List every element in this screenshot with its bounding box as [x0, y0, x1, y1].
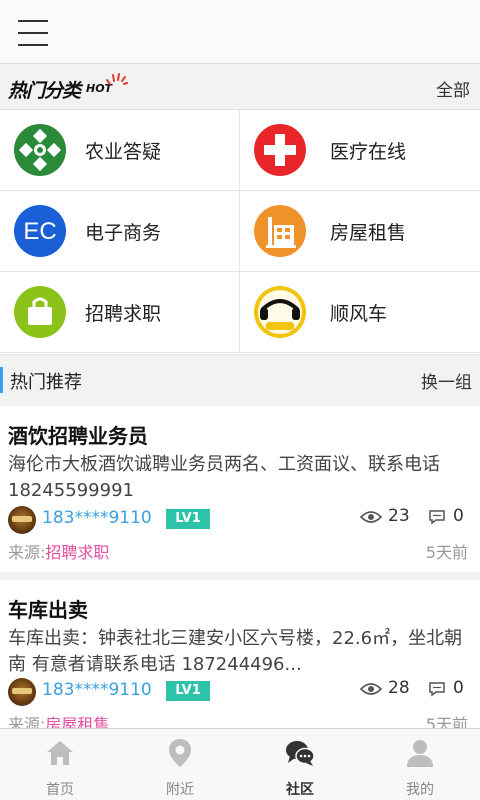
post-username[interactable]: 183****9110: [42, 508, 152, 528]
post-card[interactable]: 车库出卖 车库出卖：钟表社北三建安小区六号楼，22.6㎡，坐北朝南 有意者请联系…: [0, 580, 480, 728]
post-time: 5天前: [425, 543, 468, 562]
agriculture-icon: [12, 122, 68, 178]
level-badge: LV1: [166, 509, 210, 529]
views-count: 28: [388, 678, 410, 698]
category-house[interactable]: 房屋租售: [240, 191, 480, 272]
chat-bubbles-icon: [286, 741, 315, 766]
ec-icon: EC: [12, 203, 68, 259]
source-category-link[interactable]: 房屋租售: [45, 715, 109, 728]
post-title: 酒饮招聘业务员: [8, 424, 148, 448]
hot-categories-header: 热门分类 HOT 全部: [0, 64, 480, 110]
post-source: 来源:房屋租售: [8, 711, 109, 728]
category-medical[interactable]: 医疗在线: [240, 110, 480, 191]
category-jobs[interactable]: 招聘求职: [0, 272, 240, 353]
category-agriculture[interactable]: 农业答疑: [0, 110, 240, 191]
hot-categories-title: 热门分类: [8, 80, 81, 102]
category-label: 医疗在线: [330, 141, 407, 163]
views-count: 23: [388, 506, 410, 526]
person-icon: [407, 740, 433, 767]
carpool-icon: [252, 284, 308, 340]
post-username[interactable]: 183****9110: [42, 680, 152, 700]
bottom-tab-bar: 首页 附近 社区 我的: [0, 728, 480, 800]
home-icon: [47, 741, 73, 765]
level-badge: LV1: [166, 681, 210, 701]
tab-nearby[interactable]: 附近: [120, 729, 240, 800]
category-ecommerce[interactable]: EC 电子商务: [0, 191, 240, 272]
comments-count: 0: [453, 506, 464, 526]
house-rent-icon: [252, 203, 308, 259]
category-label: 农业答疑: [85, 141, 162, 163]
comment-bubble-icon: [429, 510, 445, 525]
post-card[interactable]: 酒饮招聘业务员 海伦市大板酒饮诚聘业务员两名、工资面议、联系电话18245599…: [0, 406, 480, 572]
category-label: 招聘求职: [85, 303, 162, 325]
post-body: 海伦市大板酒饮诚聘业务员两名、工资面议、联系电话18245599991: [8, 454, 440, 501]
comments-count: 0: [453, 678, 464, 698]
recommend-title: 热门推荐: [10, 372, 82, 393]
views-eye-icon: [360, 511, 382, 523]
comment-bubble-icon: [429, 682, 445, 697]
category-grid: 农业答疑 医疗在线 EC 电子商务 房屋租售 招聘求职 顺风车: [0, 110, 480, 354]
tab-mine[interactable]: 我的: [360, 729, 480, 800]
avatar[interactable]: [8, 678, 36, 706]
tab-label: 首页: [46, 782, 74, 798]
svg-text:EC: EC: [23, 218, 56, 245]
tab-label: 我的: [406, 782, 434, 798]
top-bar: [0, 0, 480, 64]
tab-home[interactable]: 首页: [0, 729, 120, 800]
tab-label: 附近: [166, 782, 194, 798]
post-meta: 183****9110 LV1 23 0: [8, 506, 472, 534]
category-carpool[interactable]: 顺风车: [240, 272, 480, 353]
post-time: 5天前: [425, 715, 468, 728]
tab-community[interactable]: 社区: [240, 729, 360, 800]
location-pin-icon: [169, 739, 191, 767]
hamburger-menu-icon[interactable]: [18, 20, 48, 46]
category-label: 顺风车: [330, 303, 388, 325]
category-label: 电子商务: [85, 222, 162, 244]
medical-cross-icon: [252, 122, 308, 178]
post-title: 车库出卖: [8, 598, 88, 622]
hot-sparkle-icon: [106, 73, 128, 85]
source-label: 来源:: [8, 715, 46, 728]
category-label: 房屋租售: [330, 222, 407, 244]
section-accent-bar: [0, 367, 3, 393]
avatar[interactable]: [8, 506, 36, 534]
job-bag-icon: [12, 284, 68, 340]
source-category-link[interactable]: 招聘求职: [45, 543, 109, 562]
switch-group-button[interactable]: 换一组: [421, 368, 472, 393]
tab-label: 社区: [286, 782, 314, 798]
source-label: 来源:: [8, 543, 46, 562]
views-eye-icon: [360, 683, 382, 695]
all-categories-link[interactable]: 全部: [436, 76, 470, 101]
post-body: 车库出卖：钟表社北三建安小区六号楼，22.6㎡，坐北朝南 有意者请联系电话 18…: [8, 628, 463, 675]
post-meta: 183****9110 LV1 28 0: [8, 678, 472, 706]
post-source: 来源:招聘求职: [8, 539, 109, 563]
recommend-header: 热门推荐 换一组: [0, 354, 480, 406]
